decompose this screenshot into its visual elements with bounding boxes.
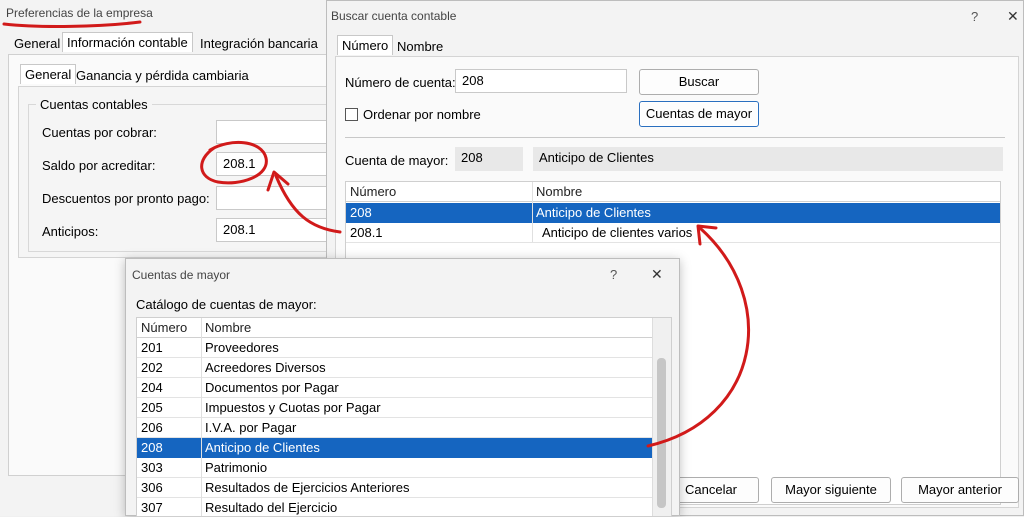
underline-annotation	[2, 20, 142, 28]
circle-annotation	[200, 140, 268, 185]
arrow-annotation-2	[646, 226, 750, 448]
annotations-overlay	[2, 20, 750, 448]
arrow-annotation-1	[274, 174, 342, 234]
